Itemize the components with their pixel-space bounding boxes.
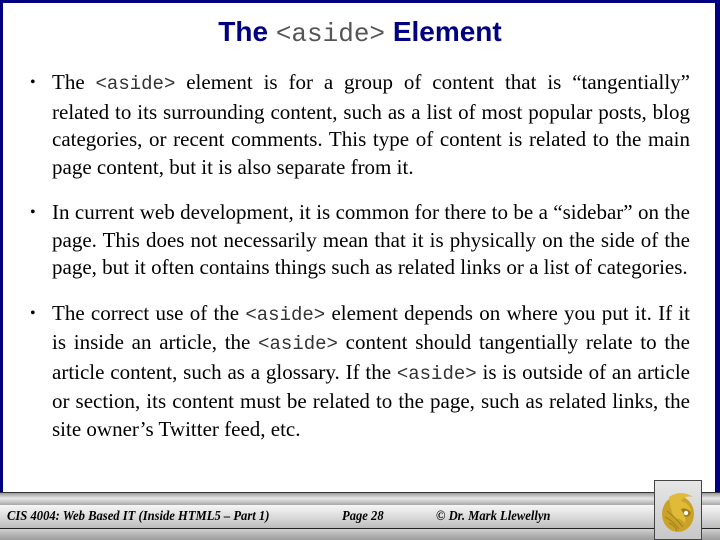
bullet-text-segment: The [52,70,96,94]
bullet-item: • In current web development, it is comm… [30,199,690,282]
bullet-list: • The <aside> element is for a group of … [30,69,690,461]
bullet-item: • The correct use of the <aside> element… [30,300,690,444]
footer-stripe-bottom [0,529,720,540]
title-suffix: Element [392,16,502,47]
bullet-text-segment: The correct use of the [52,300,246,325]
slide-title: The <aside> Element [0,12,720,54]
inline-code: <aside> [95,73,176,95]
slide-frame-left [0,0,3,492]
title-prefix: The [218,16,269,47]
bullet-icon: • [30,204,36,221]
inline-code: <aside> [396,362,477,385]
logo-box [654,480,702,540]
footer-page-number: Page 28 [342,509,384,524]
slide-footer: CIS 4004: Web Based IT (Inside HTML5 – P… [0,492,720,540]
pegasus-logo-icon [662,493,694,532]
title-code: <aside> [275,19,386,49]
bullet-icon: • [30,304,36,322]
inline-code: <aside> [258,333,338,355]
bullet-text: The <aside> element is for a group of co… [52,70,690,179]
bullet-text-segment: In current web development, it is common… [52,200,690,279]
inline-code: <aside> [245,303,326,326]
bullet-text: The correct use of the <aside> element d… [52,301,690,441]
bullet-item: • The <aside> element is for a group of … [30,69,690,181]
bullet-text: In current web development, it is common… [52,200,690,279]
footer-stripe-top [0,492,720,506]
slide-frame-right [715,0,720,492]
slide-frame-top [0,0,720,3]
footer-course: CIS 4004: Web Based IT (Inside HTML5 – P… [7,509,270,524]
footer-author: © Dr. Mark Llewellyn [436,509,551,524]
bullet-icon: • [30,74,36,91]
